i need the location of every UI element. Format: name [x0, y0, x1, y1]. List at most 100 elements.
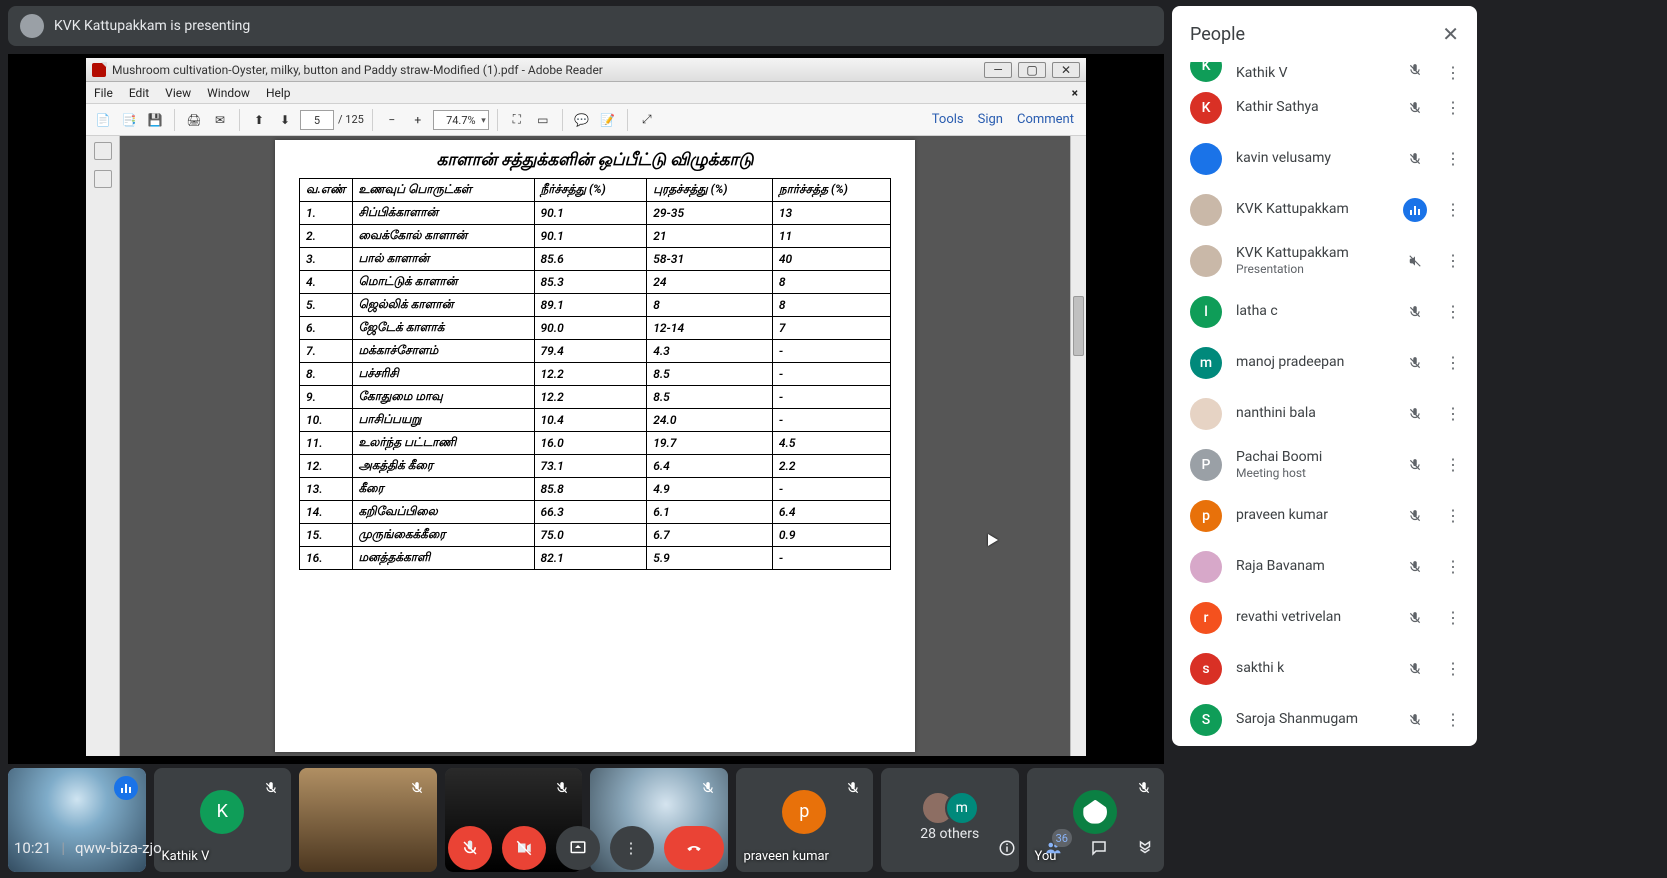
window-minimize-button[interactable]: — — [984, 62, 1012, 78]
window-maximize-button[interactable]: ▢ — [1018, 62, 1046, 78]
print-icon[interactable]: 🖨 — [183, 109, 205, 131]
people-row[interactable]: KKathik V⋮ — [1172, 62, 1477, 82]
people-list[interactable]: KKathik V⋮KKathir Sathya⋮kavin velusamy⋮… — [1172, 62, 1477, 746]
comment-panel-toggle[interactable]: Comment — [1017, 112, 1074, 127]
people-panel-button[interactable]: 36 — [1040, 835, 1066, 861]
presenter-avatar — [20, 14, 44, 38]
fullscreen-icon[interactable]: ⤢ — [636, 109, 658, 131]
muted-mic-icon — [550, 776, 574, 800]
people-row[interactable]: KVK KattupakkamPresentation⋮ — [1172, 235, 1477, 286]
participant-more-button[interactable]: ⋮ — [1441, 63, 1465, 82]
table-row: 11.உலர்ந்த பட்டாணி16.019.74.5 — [300, 432, 891, 455]
menu-window[interactable]: Window — [207, 86, 250, 100]
people-row[interactable]: Raja Bavanam⋮ — [1172, 541, 1477, 592]
table-cell: 1. — [300, 202, 353, 225]
menu-file[interactable]: File — [94, 86, 113, 100]
menu-view[interactable]: View — [165, 86, 191, 100]
read-mode-icon[interactable]: ▭ — [532, 109, 554, 131]
people-row[interactable]: nanthini bala⋮ — [1172, 388, 1477, 439]
people-row[interactable]: mmanoj pradeepan⋮ — [1172, 337, 1477, 388]
present-screen-button[interactable] — [556, 826, 600, 870]
muted-mic-icon — [1403, 300, 1427, 324]
zoom-in-icon[interactable]: + — [407, 109, 429, 131]
people-row[interactable]: rrevathi vetrivelan⋮ — [1172, 592, 1477, 643]
table-cell: 13. — [300, 478, 353, 501]
menu-help[interactable]: Help — [266, 86, 291, 100]
chat-button[interactable] — [1086, 835, 1112, 861]
people-row[interactable]: llatha c⋮ — [1172, 286, 1477, 337]
people-row[interactable]: p praveen kumar ⋮ — [1172, 490, 1477, 541]
participant-more-button[interactable]: ⋮ — [1441, 608, 1465, 627]
page-down-icon[interactable]: ⬇ — [274, 109, 296, 131]
zoom-level-select[interactable]: 74.7% — [433, 110, 489, 130]
attachments-icon[interactable] — [94, 170, 112, 188]
close-icon[interactable]: ✕ — [1442, 22, 1459, 46]
table-row: 7.மக்காச்சோளம்79.44.3- — [300, 340, 891, 363]
participant-more-button[interactable]: ⋮ — [1441, 557, 1465, 576]
participant-more-button[interactable]: ⋮ — [1441, 98, 1465, 117]
page-up-icon[interactable]: ⬆ — [248, 109, 270, 131]
avatar: p — [1190, 500, 1222, 532]
table-row: 8.பச்சரிசி12.28.5- — [300, 363, 891, 386]
window-close-button[interactable]: ✕ — [1052, 62, 1080, 78]
participant-tile[interactable]: Raja Bavanam — [299, 768, 437, 872]
participant-more-button[interactable]: ⋮ — [1441, 659, 1465, 678]
thumbnails-icon[interactable] — [94, 142, 112, 160]
menubar-close-doc-button[interactable]: × — [1072, 86, 1078, 100]
table-header: நீர்ச்சத்து (%) — [534, 179, 647, 202]
participant-more-button[interactable]: ⋮ — [1441, 353, 1465, 372]
mute-mic-button[interactable] — [448, 826, 492, 870]
table-row: 10.பாசிப்பயறு10.424.0- — [300, 409, 891, 432]
table-cell: மனத்தக்காளி — [352, 547, 534, 570]
participant-tile[interactable]: ppraveen kumar — [736, 768, 874, 872]
participant-more-button[interactable]: ⋮ — [1441, 404, 1465, 423]
participant-more-button[interactable]: ⋮ — [1441, 251, 1465, 270]
participant-more-button[interactable]: ⋮ — [1441, 200, 1465, 219]
menu-edit[interactable]: Edit — [129, 86, 149, 100]
table-cell: 8.5 — [647, 363, 773, 386]
highlight-icon[interactable]: 📝 — [597, 109, 619, 131]
table-cell: 19.7 — [647, 432, 773, 455]
fit-page-icon[interactable]: ⛶ — [506, 109, 528, 131]
participant-more-button[interactable]: ⋮ — [1441, 710, 1465, 729]
table-cell: 73.1 — [534, 455, 647, 478]
zoom-out-icon[interactable]: − — [381, 109, 403, 131]
convert-pdf-icon[interactable]: 📑 — [118, 109, 140, 131]
table-cell: 79.4 — [534, 340, 647, 363]
table-cell: 11 — [772, 225, 890, 248]
participant-name-label: praveen kumar — [1236, 507, 1389, 524]
table-cell: பச்சரிசி — [352, 363, 534, 386]
reader-scrollbar[interactable] — [1070, 136, 1086, 756]
save-icon[interactable]: 💾 — [144, 109, 166, 131]
leave-call-button[interactable] — [664, 826, 724, 870]
table-cell: கீரை — [352, 478, 534, 501]
participant-more-button[interactable]: ⋮ — [1441, 302, 1465, 321]
participant-tile[interactable]: KKathik V — [154, 768, 292, 872]
people-row[interactable]: SSaroja Shanmugam⋮ — [1172, 694, 1477, 745]
table-cell: 7 — [772, 317, 890, 340]
participant-more-button[interactable]: ⋮ — [1441, 455, 1465, 474]
scrollbar-thumb[interactable] — [1073, 296, 1084, 356]
tools-panel-toggle[interactable]: Tools — [932, 112, 964, 127]
comment-bubble-icon[interactable]: 💬 — [571, 109, 593, 131]
table-cell: - — [772, 363, 890, 386]
sign-panel-toggle[interactable]: Sign — [978, 112, 1003, 127]
meeting-details-button[interactable] — [994, 835, 1020, 861]
people-row[interactable]: ssakthi k⋮ — [1172, 643, 1477, 694]
table-cell: - — [772, 478, 890, 501]
email-icon[interactable]: ✉ — [209, 109, 231, 131]
activities-button[interactable] — [1132, 835, 1158, 861]
people-row[interactable]: kavin velusamy⋮ — [1172, 133, 1477, 184]
camera-off-button[interactable] — [502, 826, 546, 870]
page-number-input[interactable]: 5 — [300, 110, 334, 130]
table-cell: அகத்திக் கீரை — [352, 455, 534, 478]
participant-more-button[interactable]: ⋮ — [1441, 149, 1465, 168]
table-cell: 12-14 — [647, 317, 773, 340]
people-row[interactable]: KVK Kattupakkam⋮ — [1172, 184, 1477, 235]
people-row[interactable]: KKathir Sathya⋮ — [1172, 82, 1477, 133]
people-row[interactable]: PPachai BoomiMeeting host⋮ — [1172, 439, 1477, 490]
table-cell: 16. — [300, 547, 353, 570]
export-pdf-icon[interactable]: 📄 — [92, 109, 114, 131]
more-options-button[interactable]: ⋮ — [610, 826, 654, 870]
participant-more-button[interactable]: ⋮ — [1441, 506, 1465, 525]
